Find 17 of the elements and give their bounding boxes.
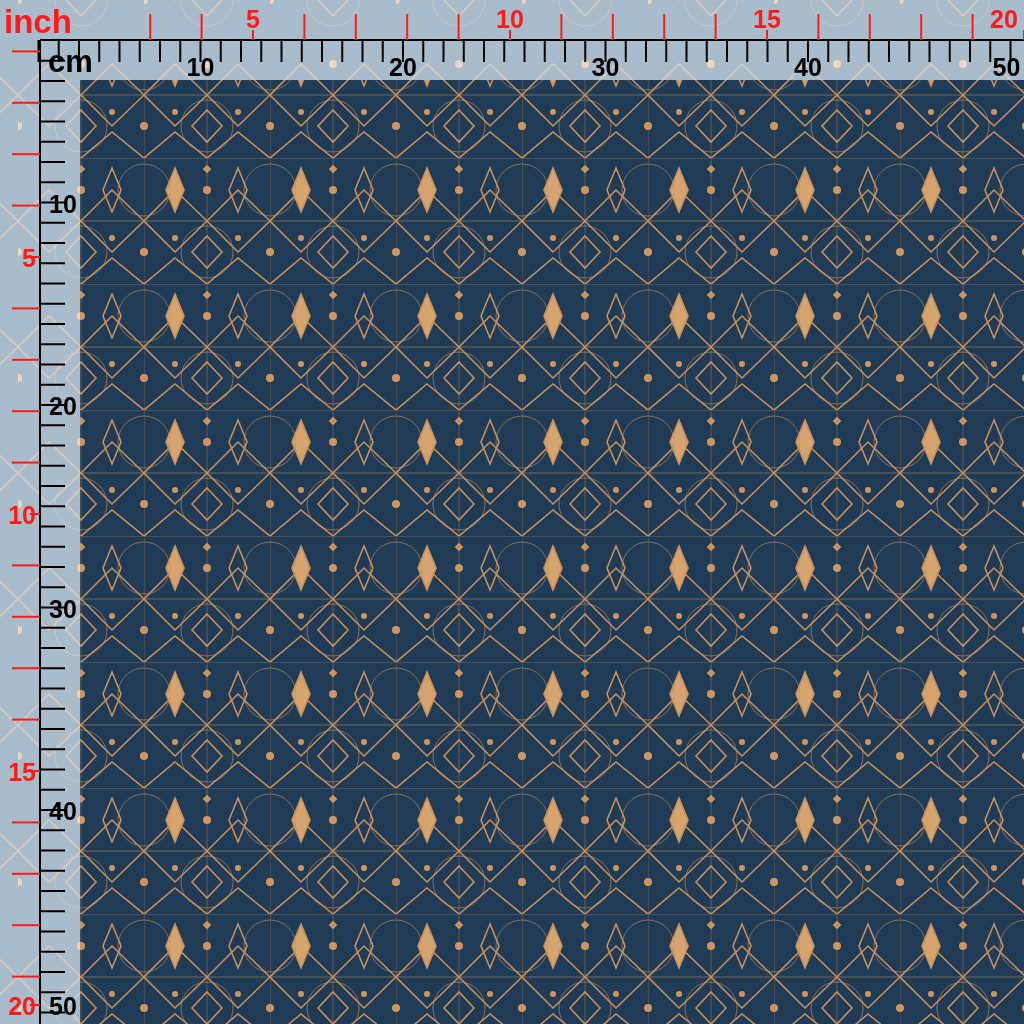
- cm-scale-label: 10: [49, 189, 77, 218]
- inch-scale-label: 20: [8, 992, 36, 1020]
- inch-scale-label: 15: [8, 758, 36, 786]
- inch-scale-label: 5: [246, 5, 260, 33]
- cm-scale-label: 50: [992, 53, 1021, 81]
- inch-scale-label: 10: [8, 501, 36, 529]
- inch-unit-label: inch: [4, 3, 72, 40]
- cm-scale-label: 20: [49, 392, 77, 420]
- cm-scale-label: 30: [49, 594, 77, 623]
- inch-scale-label: 20: [990, 5, 1018, 33]
- cm-scale-label: 40: [794, 53, 822, 81]
- inch-scale-label: 10: [496, 5, 524, 33]
- cm-scale-label: 30: [591, 53, 620, 81]
- cm-scale-label: 10: [186, 53, 215, 81]
- inch-scale-label: 15: [753, 5, 781, 33]
- cm-scale-label: 50: [49, 992, 77, 1020]
- cm-scale-label: 20: [389, 53, 417, 81]
